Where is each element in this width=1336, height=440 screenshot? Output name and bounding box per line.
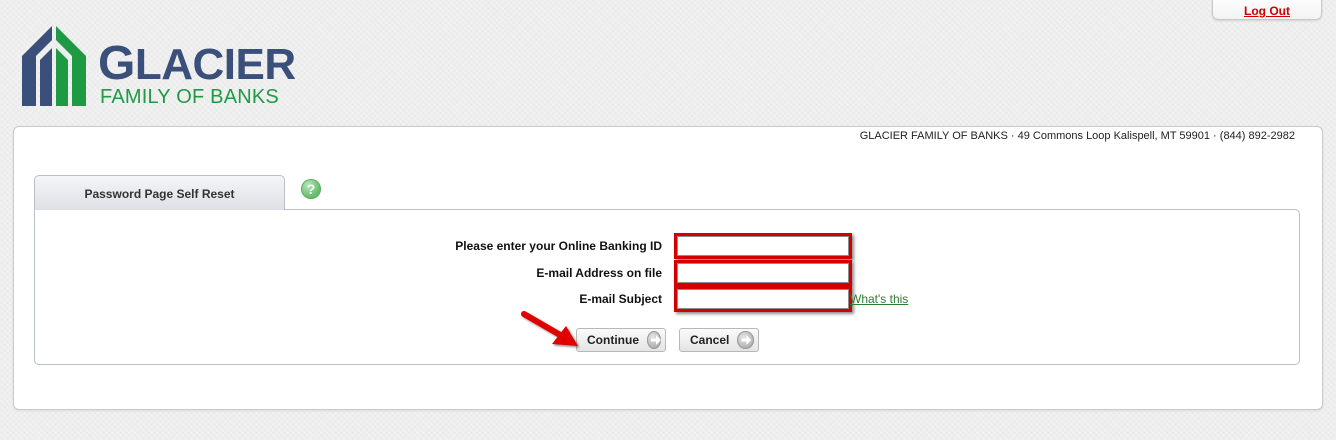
tab-password-self-reset[interactable]: Password Page Self Reset xyxy=(34,175,285,210)
red-pointer-arrow-icon xyxy=(521,311,578,346)
form-row-banking-id: Please enter your Online Banking ID xyxy=(35,233,1299,259)
logout-link[interactable]: Log Out xyxy=(1244,4,1290,18)
main-panel: GLACIER FAMILY OF BANKS · 49 Commons Loo… xyxy=(13,126,1323,410)
cancel-button-label: Cancel xyxy=(690,333,730,347)
password-reset-form: Please enter your Online Banking ID E-ma… xyxy=(34,209,1300,365)
arrow-right-circle-icon xyxy=(737,331,754,349)
help-icon[interactable]: ? xyxy=(301,179,321,199)
whats-this-link[interactable]: What's this xyxy=(850,292,908,306)
glacier-chevron-logo-icon xyxy=(22,26,86,106)
email-address-label: E-mail Address on file xyxy=(536,266,662,280)
arrow-right-circle-icon xyxy=(647,331,661,349)
logo-wordmark-sub: FAMILY OF BANKS xyxy=(100,86,279,108)
glacier-logo: GLACIER FAMILY OF BANKS xyxy=(22,26,302,110)
continue-button-label: Continue xyxy=(587,333,639,347)
logout-tab: Log Out xyxy=(1212,0,1322,20)
email-subject-input[interactable] xyxy=(677,289,849,309)
email-address-input[interactable] xyxy=(677,263,849,283)
email-address-highlight xyxy=(674,260,852,286)
form-row-email-subject: E-mail Subject What's this xyxy=(35,286,1299,312)
bank-contact-info: GLACIER FAMILY OF BANKS · 49 Commons Loo… xyxy=(859,130,1295,142)
email-subject-highlight xyxy=(674,286,852,312)
banking-id-input[interactable] xyxy=(677,236,849,256)
continue-button[interactable]: Continue xyxy=(576,328,666,352)
banking-id-highlight xyxy=(674,233,852,259)
email-subject-label: E-mail Subject xyxy=(579,292,662,306)
form-row-email-address: E-mail Address on file xyxy=(35,260,1299,286)
logo-wordmark-main: GLACIER xyxy=(98,37,296,90)
banking-id-label: Please enter your Online Banking ID xyxy=(455,239,662,253)
cancel-button[interactable]: Cancel xyxy=(679,328,759,352)
